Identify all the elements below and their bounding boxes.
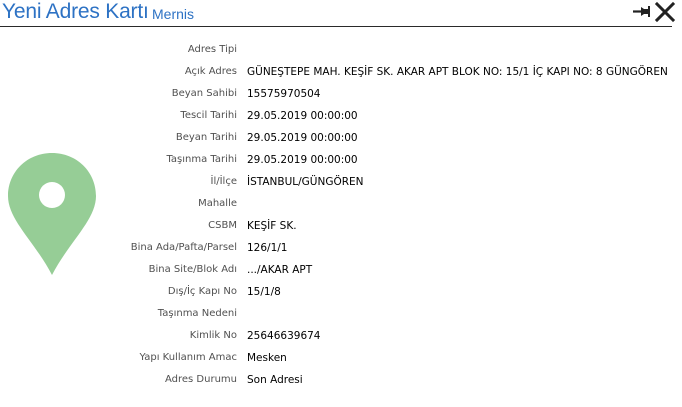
field-value: 29.05.2019 00:00:00 [247, 110, 358, 122]
field-row: Dış/İç Kapı No 15/1/8 [0, 281, 682, 303]
pin-button[interactable] [632, 1, 654, 23]
field-value: .../AKAR APT [247, 264, 313, 276]
field-row: Yapı Kullanım Amac Mesken [0, 347, 682, 369]
field-row: CSBM KEŞİF SK. [0, 215, 682, 237]
field-label: Adres Tipi [187, 44, 237, 55]
field-label: Bina Site/Blok Adı [148, 264, 237, 275]
field-value: İSTANBUL/GÜNGÖREN [247, 176, 364, 188]
field-row: Kimlik No 25646639674 [0, 325, 682, 347]
field-label: Adres Durumu [164, 374, 237, 385]
field-value: Mesken [247, 352, 287, 364]
field-label: Yapı Kullanım Amac [139, 352, 238, 363]
field-row: Beyan Sahibi 15575970504 [0, 83, 682, 105]
field-label: Kimlik No [189, 330, 237, 341]
field-row: İl/İlçe İSTANBUL/GÜNGÖREN [0, 171, 682, 193]
page-subtitle: Mernis [152, 6, 195, 22]
field-label: Açık Adres [184, 66, 237, 77]
field-label: CSBM [208, 220, 237, 231]
field-value: 15575970504 [247, 88, 321, 100]
field-label: Mahalle [198, 198, 237, 209]
field-label: Taşınma Tarihi [166, 154, 237, 165]
close-icon [654, 1, 676, 23]
field-label: Beyan Sahibi [171, 88, 237, 99]
field-value: 29.05.2019 00:00:00 [247, 132, 358, 144]
field-row: Adres Durumu Son Adresi [0, 369, 682, 391]
pin-icon [633, 6, 650, 17]
page-title: Yeni Adres Kartı [2, 0, 149, 23]
field-row: Bina Site/Blok Adı .../AKAR APT [0, 259, 682, 281]
field-row: Adres Tipi [0, 39, 682, 61]
field-row: Bina Ada/Pafta/Parsel 126/1/1 [0, 237, 682, 259]
field-row: Tescil Tarihi 29.05.2019 00:00:00 [0, 105, 682, 127]
field-value: 15/1/8 [247, 286, 281, 298]
field-value: KEŞİF SK. [247, 220, 297, 232]
field-row: Taşınma Tarihi 29.05.2019 00:00:00 [0, 149, 682, 171]
field-label: Tescil Tarihi [180, 110, 237, 121]
field-label: Beyan Tarihi [175, 132, 237, 143]
field-row: Mahalle [0, 193, 682, 215]
field-row: Taşınma Nedeni [0, 303, 682, 325]
field-label: İl/İlçe [210, 176, 237, 187]
close-button[interactable] [654, 1, 676, 23]
field-value: 29.05.2019 00:00:00 [247, 154, 358, 166]
field-label: Taşınma Nedeni [157, 308, 237, 319]
field-label: Dış/İç Kapı No [167, 286, 237, 297]
field-row: Beyan Tarihi 29.05.2019 00:00:00 [0, 127, 682, 149]
field-label: Bina Ada/Pafta/Parsel [130, 242, 237, 253]
field-value: 126/1/1 [247, 242, 288, 254]
title-bar: Yeni Adres Kartı Mernis [0, 0, 676, 27]
field-value: GÜNEŞTEPE MAH. KEŞİF SK. AKAR APT BLOK N… [247, 66, 668, 78]
field-row: Açık Adres GÜNEŞTEPE MAH. KEŞİF SK. AKAR … [0, 61, 682, 83]
field-value: Son Adresi [247, 374, 303, 386]
field-value: 25646639674 [247, 330, 321, 342]
address-details: Adres Tipi Açık Adres GÜNEŞTEPE MAH. KEŞİF… [0, 39, 682, 391]
